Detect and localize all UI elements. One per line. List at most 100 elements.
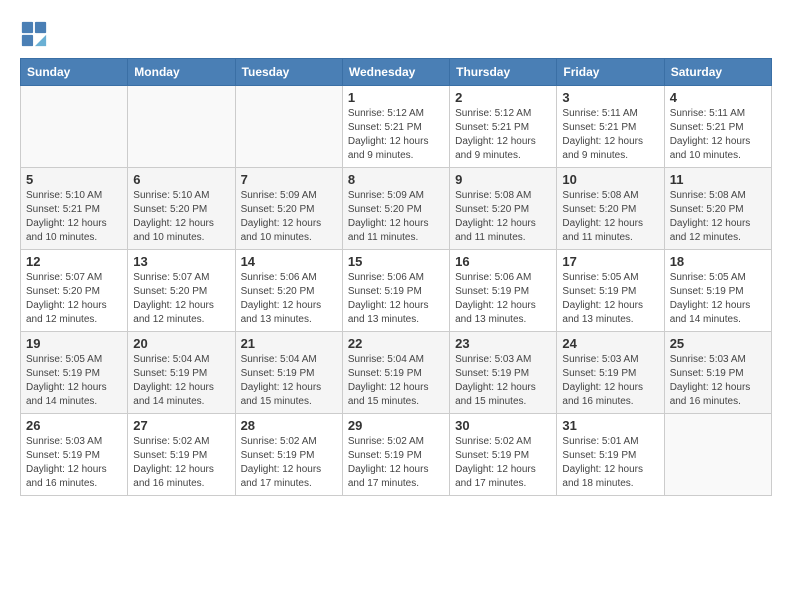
- day-info: Sunrise: 5:11 AM Sunset: 5:21 PM Dayligh…: [562, 107, 658, 163]
- day-number: 3: [562, 90, 658, 105]
- calendar-cell: [21, 86, 128, 168]
- calendar-cell: [235, 86, 342, 168]
- day-info: Sunrise: 5:04 AM Sunset: 5:19 PM Dayligh…: [348, 353, 444, 409]
- calendar-cell: 15Sunrise: 5:06 AM Sunset: 5:19 PM Dayli…: [342, 250, 449, 332]
- calendar-cell: 27 Sunrise: 5:02 AM Sunset: 5:19 PM Dayli…: [128, 414, 235, 496]
- calendar-cell: 28 Sunrise: 5:02 AM Sunset: 5:19 PM Dayli…: [235, 414, 342, 496]
- col-header-wednesday: Wednesday: [342, 59, 449, 86]
- day-info: Sunrise: 5:07 AM Sunset: 5:20 PM Dayligh…: [26, 271, 122, 327]
- day-info: Sunrise: 5:06 AM Sunset: 5:19 PM Dayligh…: [348, 271, 444, 327]
- day-info: Sunrise: 5:07 AM Sunset: 5:20 PM Dayligh…: [133, 271, 229, 327]
- logo-icon: [20, 20, 48, 48]
- day-info: Sunrise: 5:10 AM Sunset: 5:21 PM Dayligh…: [26, 189, 122, 245]
- calendar-cell: 6 Sunrise: 5:10 AM Sunset: 5:20 PM Daylig…: [128, 168, 235, 250]
- day-number: 18: [670, 254, 766, 269]
- day-number: 28: [241, 418, 337, 433]
- calendar-cell: 24Sunrise: 5:03 AM Sunset: 5:19 PM Dayli…: [557, 332, 664, 414]
- col-header-sunday: Sunday: [21, 59, 128, 86]
- day-number: 9: [455, 172, 551, 187]
- calendar-cell: 8 Sunrise: 5:09 AM Sunset: 5:20 PM Daylig…: [342, 168, 449, 250]
- calendar-cell: 9 Sunrise: 5:08 AM Sunset: 5:20 PM Daylig…: [450, 168, 557, 250]
- calendar-cell: 25 Sunrise: 5:03 AM Sunset: 5:19 PM Dayli…: [664, 332, 771, 414]
- week-row-4: 19 Sunrise: 5:05 AM Sunset: 5:19 PM Dayli…: [21, 332, 772, 414]
- week-row-1: 1 Sunrise: 5:12 AM Sunset: 5:21 PM Daylig…: [21, 86, 772, 168]
- day-number: 16: [455, 254, 551, 269]
- day-number: 27: [133, 418, 229, 433]
- day-number: 25: [670, 336, 766, 351]
- day-info: Sunrise: 5:03 AM Sunset: 5:19 PM Dayligh…: [562, 353, 658, 409]
- day-info: Sunrise: 5:06 AM Sunset: 5:20 PM Dayligh…: [241, 271, 337, 327]
- day-info: Sunrise: 5:02 AM Sunset: 5:19 PM Dayligh…: [241, 435, 337, 491]
- day-info: Sunrise: 5:05 AM Sunset: 5:19 PM Dayligh…: [26, 353, 122, 409]
- day-info: Sunrise: 5:03 AM Sunset: 5:19 PM Dayligh…: [670, 353, 766, 409]
- calendar-cell: 14 Sunrise: 5:06 AM Sunset: 5:20 PM Dayli…: [235, 250, 342, 332]
- calendar-cell: [664, 414, 771, 496]
- day-number: 26: [26, 418, 122, 433]
- calendar-cell: 22 Sunrise: 5:04 AM Sunset: 5:19 PM Dayli…: [342, 332, 449, 414]
- calendar-cell: 23 Sunrise: 5:03 AM Sunset: 5:19 PM Dayli…: [450, 332, 557, 414]
- calendar-cell: 11 Sunrise: 5:08 AM Sunset: 5:20 PM Dayli…: [664, 168, 771, 250]
- calendar-cell: 10Sunrise: 5:08 AM Sunset: 5:20 PM Dayli…: [557, 168, 664, 250]
- day-number: 23: [455, 336, 551, 351]
- calendar-cell: 12 Sunrise: 5:07 AM Sunset: 5:20 PM Dayli…: [21, 250, 128, 332]
- day-number: 20: [133, 336, 229, 351]
- calendar-cell: 2 Sunrise: 5:12 AM Sunset: 5:21 PM Daylig…: [450, 86, 557, 168]
- calendar-cell: 16 Sunrise: 5:06 AM Sunset: 5:19 PM Dayli…: [450, 250, 557, 332]
- day-number: 5: [26, 172, 122, 187]
- calendar-cell: 5 Sunrise: 5:10 AM Sunset: 5:21 PM Daylig…: [21, 168, 128, 250]
- calendar-cell: 3 Sunrise: 5:11 AM Sunset: 5:21 PM Daylig…: [557, 86, 664, 168]
- day-number: 31: [562, 418, 658, 433]
- col-header-thursday: Thursday: [450, 59, 557, 86]
- day-number: 6: [133, 172, 229, 187]
- calendar-cell: [128, 86, 235, 168]
- col-header-monday: Monday: [128, 59, 235, 86]
- calendar-cell: 1 Sunrise: 5:12 AM Sunset: 5:21 PM Daylig…: [342, 86, 449, 168]
- day-info: Sunrise: 5:01 AM Sunset: 5:19 PM Dayligh…: [562, 435, 658, 491]
- calendar-cell: 13Sunrise: 5:07 AM Sunset: 5:20 PM Dayli…: [128, 250, 235, 332]
- day-info: Sunrise: 5:03 AM Sunset: 5:19 PM Dayligh…: [455, 353, 551, 409]
- day-number: 1: [348, 90, 444, 105]
- col-header-tuesday: Tuesday: [235, 59, 342, 86]
- day-info: Sunrise: 5:08 AM Sunset: 5:20 PM Dayligh…: [670, 189, 766, 245]
- day-number: 30: [455, 418, 551, 433]
- day-info: Sunrise: 5:12 AM Sunset: 5:21 PM Dayligh…: [455, 107, 551, 163]
- page-header: [20, 20, 772, 48]
- day-number: 19: [26, 336, 122, 351]
- day-number: 10: [562, 172, 658, 187]
- day-info: Sunrise: 5:05 AM Sunset: 5:19 PM Dayligh…: [670, 271, 766, 327]
- calendar-cell: 30 Sunrise: 5:02 AM Sunset: 5:19 PM Dayli…: [450, 414, 557, 496]
- col-header-saturday: Saturday: [664, 59, 771, 86]
- day-number: 17: [562, 254, 658, 269]
- day-info: Sunrise: 5:05 AM Sunset: 5:19 PM Dayligh…: [562, 271, 658, 327]
- day-number: 12: [26, 254, 122, 269]
- day-info: Sunrise: 5:02 AM Sunset: 5:19 PM Dayligh…: [348, 435, 444, 491]
- day-info: Sunrise: 5:02 AM Sunset: 5:19 PM Dayligh…: [455, 435, 551, 491]
- day-info: Sunrise: 5:08 AM Sunset: 5:20 PM Dayligh…: [455, 189, 551, 245]
- calendar-cell: 17 Sunrise: 5:05 AM Sunset: 5:19 PM Dayli…: [557, 250, 664, 332]
- day-info: Sunrise: 5:09 AM Sunset: 5:20 PM Dayligh…: [348, 189, 444, 245]
- day-info: Sunrise: 5:02 AM Sunset: 5:19 PM Dayligh…: [133, 435, 229, 491]
- week-row-2: 5 Sunrise: 5:10 AM Sunset: 5:21 PM Daylig…: [21, 168, 772, 250]
- day-number: 8: [348, 172, 444, 187]
- calendar-cell: 31 Sunrise: 5:01 AM Sunset: 5:19 PM Dayli…: [557, 414, 664, 496]
- day-number: 22: [348, 336, 444, 351]
- day-number: 14: [241, 254, 337, 269]
- calendar-cell: 7Sunrise: 5:09 AM Sunset: 5:20 PM Daylig…: [235, 168, 342, 250]
- calendar-cell: 18 Sunrise: 5:05 AM Sunset: 5:19 PM Dayli…: [664, 250, 771, 332]
- day-info: Sunrise: 5:06 AM Sunset: 5:19 PM Dayligh…: [455, 271, 551, 327]
- day-number: 2: [455, 90, 551, 105]
- calendar-cell: 21Sunrise: 5:04 AM Sunset: 5:19 PM Dayli…: [235, 332, 342, 414]
- day-info: Sunrise: 5:09 AM Sunset: 5:20 PM Dayligh…: [241, 189, 337, 245]
- day-number: 11: [670, 172, 766, 187]
- calendar-cell: 26Sunrise: 5:03 AM Sunset: 5:19 PM Dayli…: [21, 414, 128, 496]
- day-number: 21: [241, 336, 337, 351]
- day-info: Sunrise: 5:12 AM Sunset: 5:21 PM Dayligh…: [348, 107, 444, 163]
- col-header-friday: Friday: [557, 59, 664, 86]
- day-info: Sunrise: 5:10 AM Sunset: 5:20 PM Dayligh…: [133, 189, 229, 245]
- calendar-cell: 4Sunrise: 5:11 AM Sunset: 5:21 PM Daylig…: [664, 86, 771, 168]
- calendar-table: SundayMondayTuesdayWednesdayThursdayFrid…: [20, 58, 772, 496]
- day-number: 4: [670, 90, 766, 105]
- day-info: Sunrise: 5:04 AM Sunset: 5:19 PM Dayligh…: [133, 353, 229, 409]
- week-row-5: 26Sunrise: 5:03 AM Sunset: 5:19 PM Dayli…: [21, 414, 772, 496]
- calendar-cell: 19 Sunrise: 5:05 AM Sunset: 5:19 PM Dayli…: [21, 332, 128, 414]
